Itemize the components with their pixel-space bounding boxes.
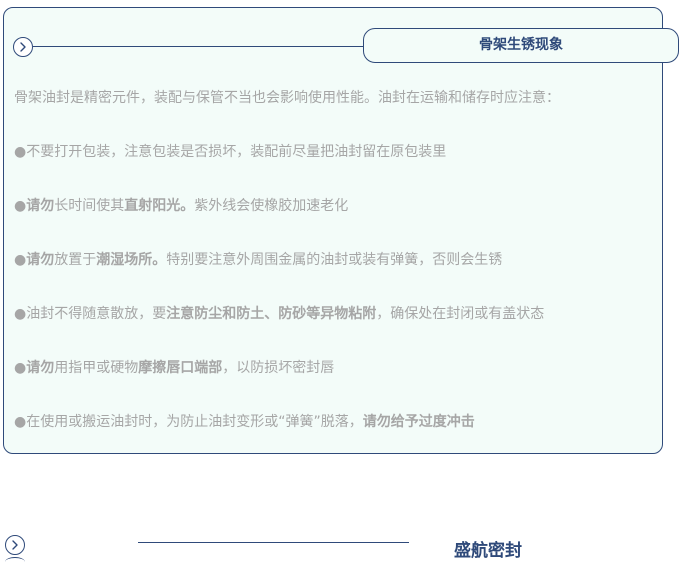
intro-text: 骨架油封是精密元件，装配与保管不当也会影响使用性能。油封在运输和储存时应注意： [14, 90, 560, 106]
item-text: 长时间使其 [54, 198, 125, 214]
info-card [3, 7, 663, 454]
item-text: 油封不得随意散放，要 [26, 306, 167, 322]
list-item: ●请勿用指甲或硬物摩擦唇口端部，以防损坏密封唇 [14, 359, 334, 377]
item-text: 在使用或搬运油封时，为防止油封变形或“弹簧”脱落， [26, 414, 363, 430]
item-emphasis: 注意防尘和防土、防砂等异物粘附 [166, 306, 377, 322]
item-text: 特别要注意外周围金属的油封或装有弹簧，否则会生锈 [166, 252, 503, 268]
list-item: ●油封不得随意散放，要注意防尘和防土、防砂等异物粘附，确保处在封闭或有盖状态 [14, 305, 544, 323]
bullet: ● [14, 252, 27, 268]
item-emphasis: 请勿 [26, 360, 55, 376]
item-text: 紫外线会使橡胶加速老化 [194, 198, 349, 214]
list-item: ●不要打开包装，注意包装是否损坏，装配前尽量把油封留在原包装里 [14, 143, 446, 161]
page: 骨架生锈现象 骨架油封是精密元件，装配与保管不当也会影响使用性能。油封在运输和储… [0, 0, 681, 563]
item-emphasis: 摩擦唇口端部 [138, 360, 223, 376]
item-emphasis: 直射阳光。 [124, 198, 195, 214]
bullet: ● [14, 144, 27, 160]
header-divider [33, 46, 364, 47]
bullet: ● [14, 306, 27, 322]
item-emphasis: 请勿给予过度冲击 [362, 414, 475, 430]
chevron-right-circle-icon [5, 535, 25, 555]
item-text: ，确保处在封闭或有盖状态 [376, 306, 545, 322]
circle-ornament [5, 557, 25, 563]
list-item: ●请勿长时间使其直射阳光。紫外线会使橡胶加速老化 [14, 197, 348, 215]
section-title: 骨架生锈现象 [363, 28, 679, 63]
chevron-right-circle-icon [13, 37, 33, 57]
bullet: ● [14, 198, 27, 214]
list-item: ●在使用或搬运油封时，为防止油封变形或“弹簧”脱落，请勿给予过度冲击 [14, 413, 475, 431]
bullet: ● [14, 414, 27, 430]
item-emphasis: 请勿 [26, 198, 55, 214]
item-emphasis: 潮湿场所。 [96, 252, 167, 268]
bullet: ● [14, 360, 27, 376]
brand-name: 盛航密封 [454, 541, 522, 561]
list-item: ●请勿放置于潮湿场所。特别要注意外周围金属的油封或装有弹簧，否则会生锈 [14, 251, 502, 269]
item-text: 放置于 [54, 252, 97, 268]
item-emphasis: 请勿 [26, 252, 55, 268]
item-text: ，以防损坏密封唇 [222, 360, 335, 376]
item-text: 不要打开包装，注意包装是否损坏，装配前尽量把油封留在原包装里 [26, 144, 447, 160]
item-text: 用指甲或硬物 [54, 360, 139, 376]
footer-divider [138, 542, 409, 543]
